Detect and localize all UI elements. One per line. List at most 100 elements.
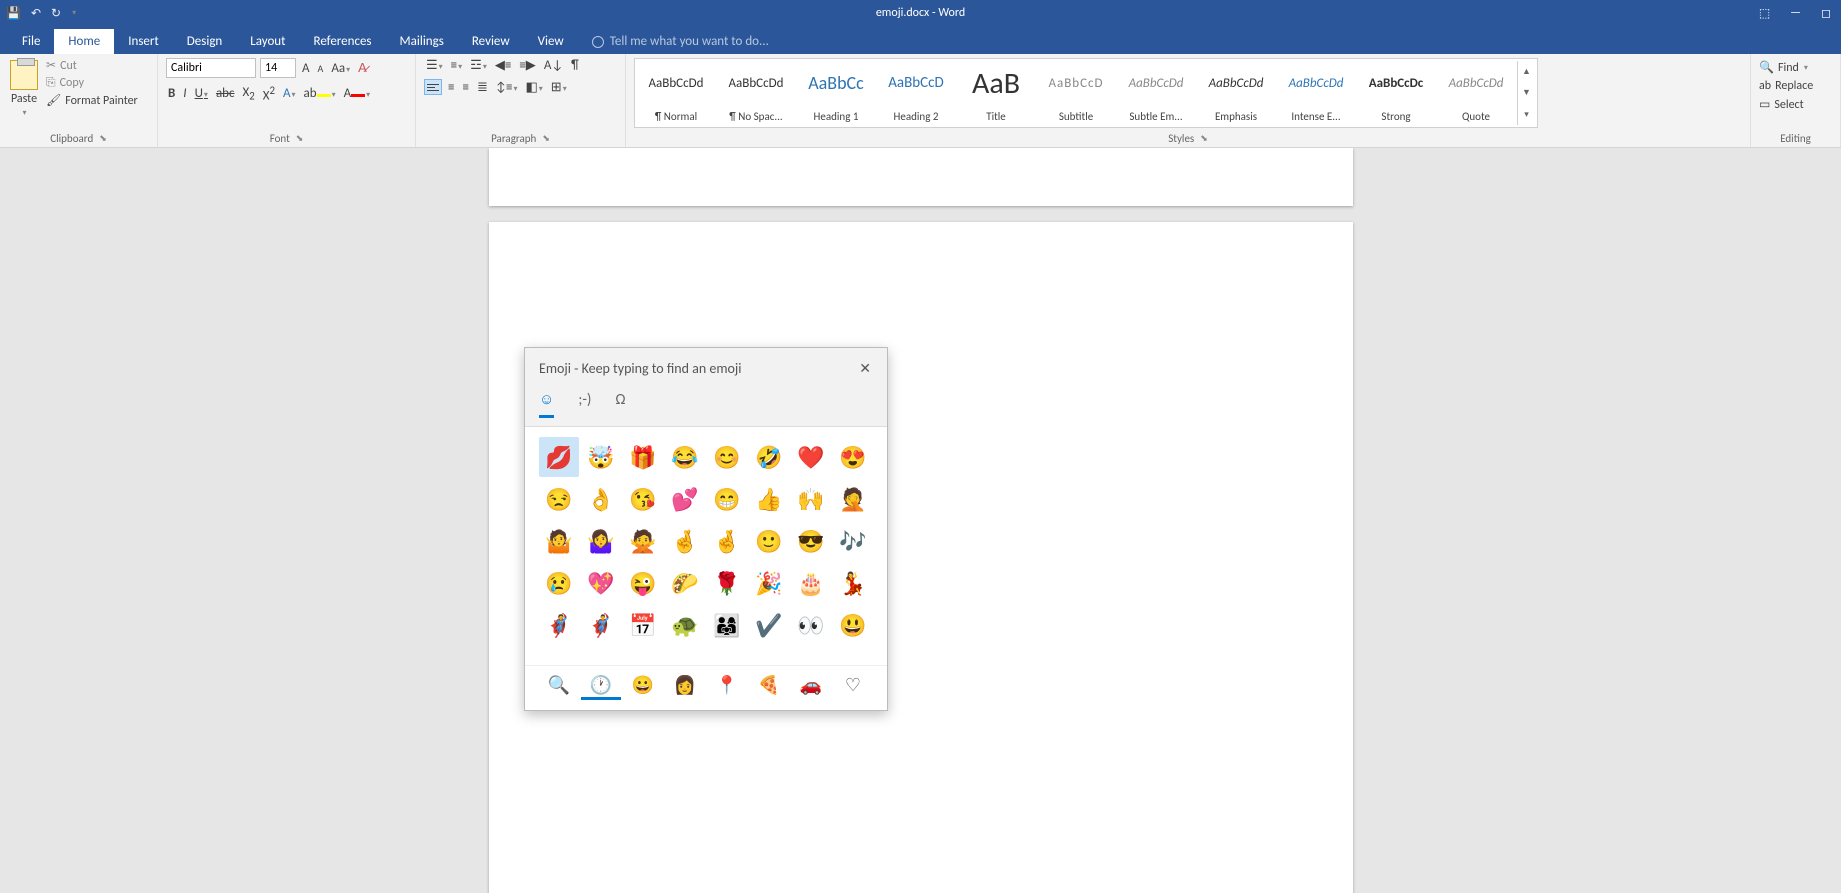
- clear-formatting-button[interactable]: A̷: [356, 60, 369, 76]
- tab-view[interactable]: View: [524, 29, 578, 54]
- find-button[interactable]: 🔍Find▾: [1759, 60, 1813, 75]
- font-color-button[interactable]: A▾: [342, 86, 373, 101]
- emoji-tab-emoji[interactable]: ☺: [539, 391, 554, 418]
- shading-button[interactable]: ◧▾: [523, 80, 544, 95]
- subscript-button[interactable]: X2: [241, 85, 257, 103]
- emoji-item[interactable]: 🎶: [833, 521, 873, 561]
- emoji-item[interactable]: 🦸: [539, 605, 579, 645]
- emoji-category-places[interactable]: 📍: [707, 672, 747, 700]
- styles-scroll-▲[interactable]: ▲: [1518, 61, 1535, 82]
- emoji-item[interactable]: 🎂: [791, 563, 831, 603]
- emoji-item[interactable]: 💋: [539, 437, 579, 477]
- highlight-button[interactable]: ab▾: [302, 86, 338, 101]
- change-case-button[interactable]: Aa▾: [329, 61, 352, 76]
- emoji-item[interactable]: 😢: [539, 563, 579, 603]
- shrink-font-button[interactable]: A: [316, 62, 326, 75]
- emoji-item[interactable]: 🤦: [833, 479, 873, 519]
- emoji-item[interactable]: 🌹: [707, 563, 747, 603]
- font-size-input[interactable]: [260, 58, 296, 78]
- tab-design[interactable]: Design: [173, 29, 236, 54]
- align-left-button[interactable]: [424, 79, 442, 95]
- emoji-item[interactable]: 👌: [581, 479, 621, 519]
- strikethrough-button[interactable]: abc: [214, 86, 237, 101]
- styles-scroll-▼[interactable]: ▼: [1518, 82, 1535, 103]
- align-right-button[interactable]: ≡: [460, 80, 470, 95]
- style-subtle-em---[interactable]: AaBbCcDdSubtle Em...: [1117, 61, 1195, 125]
- emoji-item[interactable]: 🤞: [707, 521, 747, 561]
- tell-me-search[interactable]: Tell me what you want to do...: [578, 29, 783, 54]
- style-heading-2[interactable]: AaBbCcDHeading 2: [877, 61, 955, 125]
- close-icon[interactable]: ✕: [853, 356, 877, 381]
- styles-dialog-launcher[interactable]: ⬊: [1200, 133, 1208, 144]
- italic-button[interactable]: I: [181, 86, 188, 101]
- emoji-item[interactable]: 👍: [749, 479, 789, 519]
- style---no-spac---[interactable]: AaBbCcDd¶ No Spac...: [717, 61, 795, 125]
- style-title[interactable]: AaBTitle: [957, 61, 1035, 125]
- tab-references[interactable]: References: [300, 29, 386, 54]
- save-icon[interactable]: 💾: [6, 6, 21, 21]
- emoji-item[interactable]: 👀: [791, 605, 831, 645]
- emoji-category-search[interactable]: 🔍: [539, 672, 579, 700]
- tab-home[interactable]: Home: [54, 29, 114, 54]
- paste-button[interactable]: Paste ▾: [8, 58, 40, 120]
- emoji-item[interactable]: 🤯: [581, 437, 621, 477]
- numbering-button[interactable]: ≡▾: [449, 58, 465, 73]
- qat-more-icon[interactable]: ▾: [72, 8, 76, 18]
- cut-button[interactable]: ✂Cut: [46, 58, 138, 73]
- tab-mailings[interactable]: Mailings: [386, 29, 458, 54]
- multilevel-button[interactable]: ☲▾: [468, 58, 489, 73]
- replace-button[interactable]: abReplace: [1759, 79, 1813, 93]
- decrease-indent-button[interactable]: ◀≡: [493, 58, 513, 73]
- emoji-category-people[interactable]: 👩: [665, 672, 705, 700]
- sort-button[interactable]: A↓: [542, 58, 565, 73]
- emoji-item[interactable]: 😎: [791, 521, 831, 561]
- emoji-tab-kaomoji[interactable]: ;-): [578, 391, 591, 418]
- copy-button[interactable]: ⎘Copy: [46, 76, 138, 90]
- emoji-item[interactable]: 🙂: [749, 521, 789, 561]
- tab-layout[interactable]: Layout: [236, 29, 299, 54]
- bullets-button[interactable]: ☰▾: [424, 58, 445, 73]
- emoji-category-recent[interactable]: 🕐: [581, 672, 621, 700]
- emoji-item[interactable]: 💃: [833, 563, 873, 603]
- font-dialog-launcher[interactable]: ⬊: [296, 133, 304, 144]
- emoji-tab-symbols[interactable]: Ω: [615, 391, 625, 418]
- emoji-category-smileys[interactable]: 😀: [623, 672, 663, 700]
- style---normal[interactable]: AaBbCcDd¶ Normal: [637, 61, 715, 125]
- emoji-item[interactable]: 😍: [833, 437, 873, 477]
- emoji-item[interactable]: 😁: [707, 479, 747, 519]
- emoji-item[interactable]: 🤷: [539, 521, 579, 561]
- style-intense-e---[interactable]: AaBbCcDdIntense E...: [1277, 61, 1355, 125]
- style-emphasis[interactable]: AaBbCcDdEmphasis: [1197, 61, 1275, 125]
- emoji-item[interactable]: 🤷‍♀️: [581, 521, 621, 561]
- emoji-item[interactable]: 🎉: [749, 563, 789, 603]
- emoji-item[interactable]: ✔️: [749, 605, 789, 645]
- emoji-category-symbols[interactable]: ♡: [833, 672, 873, 700]
- align-center-button[interactable]: ≡: [446, 80, 456, 95]
- paragraph-dialog-launcher[interactable]: ⬊: [542, 133, 550, 144]
- emoji-item[interactable]: 🌮: [665, 563, 705, 603]
- emoji-item[interactable]: 🙌: [791, 479, 831, 519]
- emoji-item[interactable]: 🐢: [665, 605, 705, 645]
- font-name-input[interactable]: [166, 58, 256, 78]
- style-subtitle[interactable]: AaBbCcDSubtitle: [1037, 61, 1115, 125]
- emoji-item[interactable]: 🤣: [749, 437, 789, 477]
- emoji-item[interactable]: 🦸‍♂️: [581, 605, 621, 645]
- emoji-item[interactable]: 💖: [581, 563, 621, 603]
- emoji-item[interactable]: 🙅: [623, 521, 663, 561]
- emoji-item[interactable]: 😊: [707, 437, 747, 477]
- style-heading-1[interactable]: AaBbCcHeading 1: [797, 61, 875, 125]
- emoji-item[interactable]: 🤞: [665, 521, 705, 561]
- emoji-item[interactable]: 📅: [623, 605, 663, 645]
- style-quote[interactable]: AaBbCcDdQuote: [1437, 61, 1515, 125]
- justify-button[interactable]: ≣: [475, 80, 490, 95]
- increase-indent-button[interactable]: ≡▶: [517, 58, 537, 73]
- emoji-item[interactable]: 😜: [623, 563, 663, 603]
- tab-insert[interactable]: Insert: [114, 29, 173, 54]
- emoji-item[interactable]: 😘: [623, 479, 663, 519]
- bold-button[interactable]: B: [166, 86, 177, 101]
- line-spacing-button[interactable]: ↕≡▾: [494, 80, 520, 95]
- emoji-item[interactable]: 🎁: [623, 437, 663, 477]
- text-effects-button[interactable]: A▾: [281, 86, 298, 101]
- redo-icon[interactable]: ↻: [51, 6, 61, 21]
- maximize-icon[interactable]: ◻: [1821, 6, 1831, 21]
